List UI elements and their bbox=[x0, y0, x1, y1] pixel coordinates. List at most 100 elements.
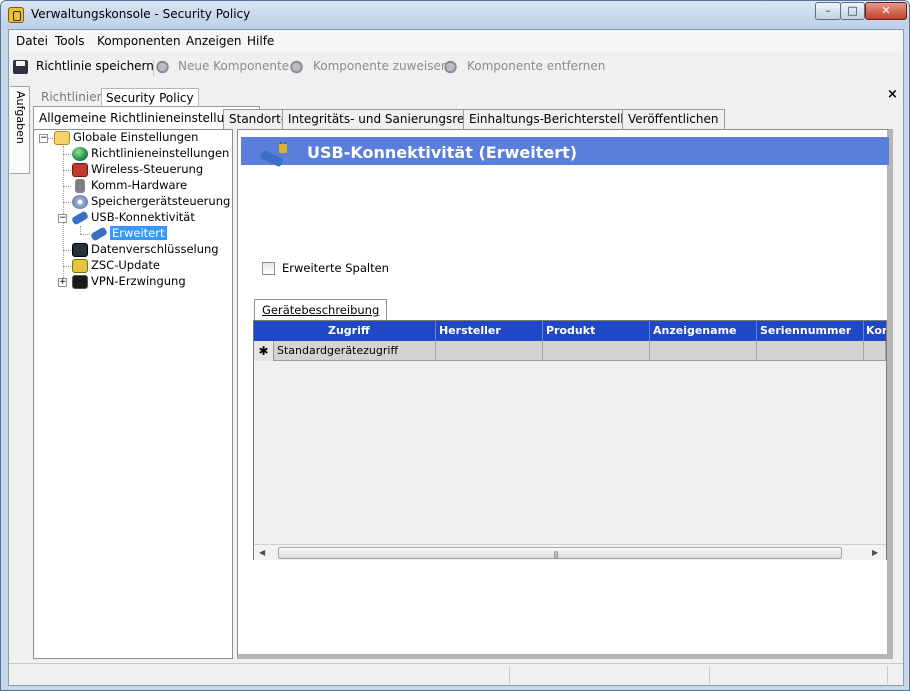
usb-stick-icon bbox=[71, 210, 89, 226]
remove-component-icon bbox=[443, 60, 458, 74]
disc-icon bbox=[72, 195, 88, 209]
connector-icon bbox=[75, 179, 85, 193]
tree-expander-vpn[interactable]: + bbox=[58, 278, 67, 287]
new-row-marker-icon: ✱ bbox=[254, 341, 274, 361]
assign-component-button[interactable]: Komponente zuweisen bbox=[313, 59, 448, 73]
col-kommentar[interactable]: Kor bbox=[866, 324, 886, 337]
scroll-left-icon[interactable]: ◀ bbox=[259, 548, 265, 557]
wireless-icon bbox=[72, 163, 88, 177]
tree-line bbox=[80, 226, 81, 234]
scroll-right-icon[interactable]: ▶ bbox=[872, 548, 878, 557]
tree-item-label: Komm-Hardware bbox=[91, 178, 188, 192]
cell-kommentar[interactable] bbox=[864, 341, 886, 361]
save-icon[interactable] bbox=[13, 60, 28, 74]
tree-item-label: VPN-Erzwingung bbox=[91, 274, 186, 288]
scroll-thumb[interactable]: ||| bbox=[278, 547, 842, 559]
tree-line bbox=[63, 202, 71, 203]
status-divider bbox=[709, 666, 710, 684]
remove-component-button[interactable]: Komponente entfernen bbox=[467, 59, 605, 73]
toolbar-separator bbox=[153, 60, 154, 76]
tab-richtlinien[interactable]: Richtlinien bbox=[37, 88, 108, 106]
vpn-icon bbox=[72, 275, 88, 289]
close-button[interactable]: ✕ bbox=[865, 2, 907, 20]
assign-component-icon bbox=[289, 60, 304, 74]
tree-item-label: ZSC-Update bbox=[91, 258, 161, 272]
col-divider bbox=[649, 321, 650, 341]
col-zugriff[interactable]: Zugriff bbox=[328, 324, 370, 337]
window-title: Verwaltungskonsole - Security Policy bbox=[31, 7, 251, 21]
update-icon bbox=[72, 259, 88, 273]
menu-komponenten[interactable]: Komponenten bbox=[97, 34, 181, 48]
resize-grip[interactable] bbox=[887, 666, 888, 684]
globe-icon bbox=[72, 147, 88, 161]
extended-columns-checkbox[interactable] bbox=[262, 262, 275, 275]
table-row[interactable]: ✱ Standardgerätezugriff bbox=[254, 341, 886, 361]
toolbar: Richtlinie speichern Neue Komponente Kom… bbox=[9, 54, 605, 80]
col-produkt[interactable]: Produkt bbox=[546, 324, 595, 337]
lock-icon bbox=[72, 243, 88, 257]
col-divider bbox=[435, 321, 436, 341]
tree-expander-root[interactable]: − bbox=[39, 134, 48, 143]
menu-datei[interactable]: Datei bbox=[16, 34, 48, 48]
tree-item-label: Erweitert bbox=[110, 226, 167, 240]
save-policy-button[interactable]: Richtlinie speichern bbox=[36, 59, 154, 73]
tab-security-policy[interactable]: Security Policy bbox=[101, 88, 199, 106]
tree-item-label: Globale Einstellungen bbox=[73, 130, 199, 144]
tree-item-label: USB-Konnektivität bbox=[91, 210, 195, 224]
tree-item-label: Wireless-Steuerung bbox=[91, 162, 204, 176]
cell-hersteller[interactable] bbox=[436, 341, 543, 361]
col-divider bbox=[863, 321, 864, 341]
folder-icon bbox=[54, 131, 70, 145]
cell-produkt[interactable] bbox=[543, 341, 650, 361]
tree-item-label: Datenverschlüsselung bbox=[91, 242, 219, 256]
menu-tools[interactable]: Tools bbox=[55, 34, 85, 48]
status-divider bbox=[509, 666, 510, 684]
tree-line bbox=[80, 234, 90, 235]
tree-line bbox=[48, 138, 53, 139]
horizontal-scrollbar[interactable]: ◀ ||| ▶ bbox=[254, 544, 886, 560]
tree-item-label: Richtlinieneinstellungen bbox=[91, 146, 230, 160]
col-anzeigename[interactable]: Anzeigename bbox=[653, 324, 737, 337]
tab-device-description[interactable]: Gerätebeschreibung bbox=[254, 299, 388, 321]
grid-header: Zugriff Hersteller Produkt Anzeigename S… bbox=[254, 321, 886, 341]
tree-line bbox=[63, 170, 71, 171]
col-divider bbox=[756, 321, 757, 341]
content-pane: USB-Konnektivität (Erweitert) Erweiterte… bbox=[237, 129, 893, 659]
section-banner: USB-Konnektivität (Erweitert) bbox=[241, 137, 889, 167]
extended-columns-label: Erweiterte Spalten bbox=[282, 261, 389, 275]
client-area: Datei Tools Komponenten Anzeigen Hilfe R… bbox=[8, 29, 904, 686]
close-document-icon[interactable]: × bbox=[887, 87, 898, 102]
grip-icon: ||| bbox=[553, 550, 559, 559]
new-component-button[interactable]: Neue Komponente bbox=[178, 59, 289, 73]
title-bar[interactable]: Verwaltungskonsole - Security Policy – □… bbox=[1, 1, 909, 29]
col-hersteller[interactable]: Hersteller bbox=[439, 324, 501, 337]
settings-tree: − Globale Einstellungen Richtlinieneinst… bbox=[33, 129, 233, 659]
cell-anzeigename[interactable] bbox=[650, 341, 757, 361]
tree-line bbox=[63, 250, 71, 251]
tree-line bbox=[63, 154, 71, 155]
tab-publish[interactable]: Veröffentlichen bbox=[622, 109, 725, 129]
tasks-side-tab[interactable]: Aufgaben bbox=[10, 86, 30, 174]
device-grid: Zugriff Hersteller Produkt Anzeigename S… bbox=[253, 320, 887, 560]
minimize-button[interactable]: – bbox=[815, 2, 841, 20]
col-seriennummer[interactable]: Seriennummer bbox=[760, 324, 851, 337]
tree-line bbox=[63, 186, 71, 187]
usb-lock-icon bbox=[260, 142, 287, 167]
new-component-icon bbox=[155, 60, 170, 74]
maximize-button[interactable]: □ bbox=[840, 2, 865, 20]
section-title: USB-Konnektivität (Erweitert) bbox=[307, 143, 578, 162]
menu-hilfe[interactable]: Hilfe bbox=[247, 34, 274, 48]
cell-zugriff-value: Standardgerätezugriff bbox=[277, 344, 399, 357]
cell-seriennummer[interactable] bbox=[757, 341, 864, 361]
tasks-side-tab-label: Aufgaben bbox=[14, 91, 27, 144]
app-shield-icon bbox=[8, 7, 24, 23]
tree-expander-usb[interactable]: − bbox=[58, 214, 67, 223]
usb-stick-icon bbox=[90, 226, 108, 242]
tree-line bbox=[63, 266, 71, 267]
col-divider bbox=[542, 321, 543, 341]
app-window: Verwaltungskonsole - Security Policy – □… bbox=[0, 0, 910, 691]
status-bar bbox=[9, 663, 903, 685]
menu-bar: Datei Tools Komponenten Anzeigen Hilfe bbox=[9, 30, 903, 52]
tree-item-label: Speichergerätsteuerung bbox=[91, 194, 231, 208]
menu-anzeigen[interactable]: Anzeigen bbox=[186, 34, 241, 48]
